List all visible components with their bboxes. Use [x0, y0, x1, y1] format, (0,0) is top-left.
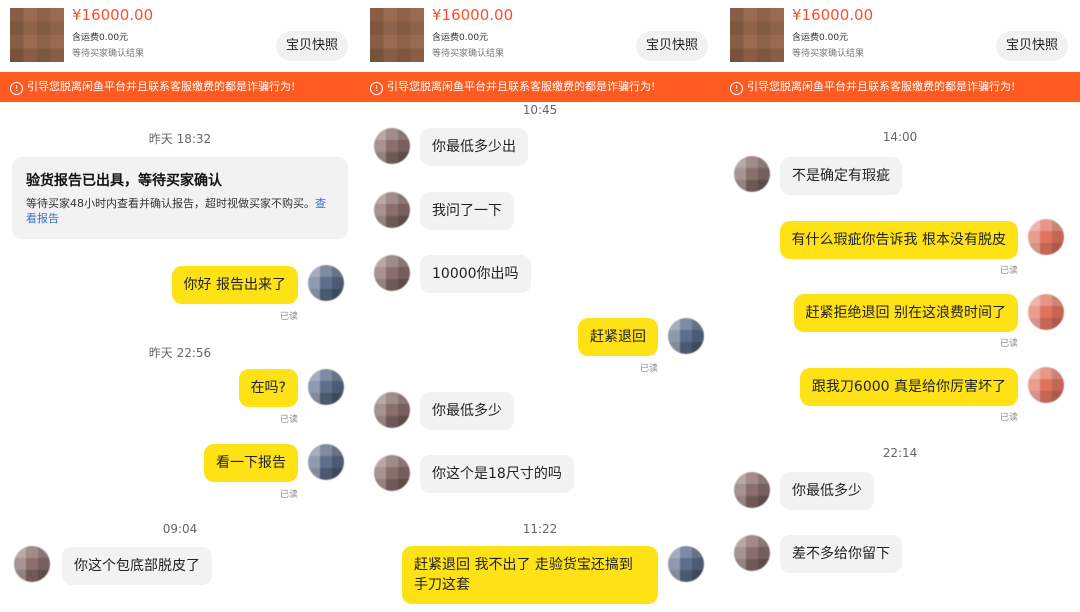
message-bubble[interactable]: 在吗?	[238, 369, 298, 407]
timestamp: 昨天 18:32	[148, 132, 212, 146]
read-receipt: 已读	[639, 364, 658, 374]
read-receipt: 已读	[999, 339, 1018, 349]
product-thumbnail[interactable]	[10, 8, 64, 62]
message-bubble[interactable]: 赶紧拒绝退回 别在这浪费时间了	[793, 294, 1018, 332]
buyer-avatar[interactable]	[734, 472, 770, 508]
report-card-text: 等待买家48小时内查看并确认报告，超时视做买家不购买。	[26, 197, 315, 210]
own-avatar[interactable]	[668, 318, 704, 354]
own-avatar[interactable]	[308, 265, 344, 301]
chat-panel-3: ¥16000.00 含运费0.00元 等待买家确认结果 宝贝快照 ! 引导您脱离闲…	[720, 0, 1080, 612]
read-receipt: 已读	[279, 415, 298, 425]
buyer-avatar[interactable]	[734, 156, 770, 192]
own-avatar[interactable]	[1028, 219, 1064, 255]
report-card-body: 等待买家48小时内查看并确认报告，超时视做买家不购买。查看报告	[26, 196, 334, 226]
info-circle-icon: !	[370, 82, 383, 95]
snapshot-button[interactable]: 宝贝快照	[276, 31, 348, 61]
timestamp: 10:45	[522, 103, 558, 117]
product-thumbnail[interactable]	[730, 8, 784, 62]
message-bubble[interactable]: 差不多给你留下	[780, 535, 902, 573]
buyer-avatar[interactable]	[374, 255, 410, 291]
message-bubble[interactable]: 你最低多少出	[420, 128, 528, 166]
product-price: ¥16000.00	[72, 6, 154, 24]
order-status: 等待买家确认结果	[432, 49, 505, 59]
own-avatar[interactable]	[1028, 294, 1064, 330]
info-circle-icon: !	[10, 82, 23, 95]
product-header: ¥16000.00 含运费0.00元 等待买家确认结果 宝贝快照	[360, 0, 720, 72]
message-bubble[interactable]: 你最低多少	[780, 472, 874, 510]
timestamp: 11:22	[522, 522, 558, 536]
message-bubble[interactable]: 你最低多少	[420, 392, 514, 430]
timestamp: 22:14	[882, 446, 918, 460]
order-status: 等待买家确认结果	[792, 49, 865, 59]
inspection-report-card: 验货报告已出具，等待买家确认 等待买家48小时内查看并确认报告，超时视做买家不购…	[12, 157, 348, 239]
product-header: ¥16000.00 含运费0.00元 等待买家确认结果 宝贝快照	[720, 0, 1080, 72]
warning-text: 引导您脱离闲鱼平台并且联系客服缴费的都是诈骗行为!	[27, 80, 296, 93]
message-bubble[interactable]: 不是确定有瑕疵	[780, 157, 902, 195]
product-thumbnail[interactable]	[370, 8, 424, 62]
buyer-avatar[interactable]	[734, 535, 770, 571]
buyer-avatar[interactable]	[374, 455, 410, 491]
read-receipt: 已读	[279, 312, 298, 322]
message-line: 赶紧退回 我不出了 走验货宝还搞到	[414, 557, 633, 573]
message-bubble[interactable]: 你好 报告出来了	[171, 266, 298, 304]
warning-text: 引导您脱离闲鱼平台并且联系客服缴费的都是诈骗行为!	[387, 80, 656, 93]
info-circle-icon: !	[730, 82, 743, 95]
own-avatar[interactable]	[308, 369, 344, 405]
own-avatar[interactable]	[308, 444, 344, 480]
chat-panel-2: ¥16000.00 含运费0.00元 等待买家确认结果 宝贝快照 ! 引导您脱离闲…	[360, 0, 720, 612]
timestamp: 昨天 22:56	[148, 346, 212, 360]
shipping-info: 含运费0.00元	[432, 33, 489, 43]
buyer-avatar[interactable]	[374, 392, 410, 428]
message-bubble[interactable]: 10000你出吗	[420, 255, 531, 293]
message-bubble[interactable]: 你这个包底部脱皮了	[62, 547, 212, 585]
timestamp: 09:04	[162, 522, 198, 536]
fraud-warning-banner: ! 引导您脱离闲鱼平台并且联系客服缴费的都是诈骗行为!	[0, 72, 360, 102]
message-bubble[interactable]: 我问了一下	[420, 192, 514, 230]
read-receipt: 已读	[999, 413, 1018, 423]
read-receipt: 已读	[999, 266, 1018, 276]
product-price: ¥16000.00	[432, 6, 514, 24]
snapshot-button[interactable]: 宝贝快照	[996, 31, 1068, 61]
report-card-title: 验货报告已出具，等待买家确认	[26, 173, 222, 189]
chat-panel-1: ¥16000.00 含运费0.00元 等待买家确认结果 宝贝快照 ! 引导您脱离闲…	[0, 0, 360, 612]
fraud-warning-banner: ! 引导您脱离闲鱼平台并且联系客服缴费的都是诈骗行为!	[720, 72, 1080, 102]
product-header: ¥16000.00 含运费0.00元 等待买家确认结果 宝贝快照	[0, 0, 360, 72]
shipping-info: 含运费0.00元	[72, 33, 129, 43]
own-avatar[interactable]	[668, 546, 704, 582]
message-bubble[interactable]: 赶紧退回	[578, 318, 658, 356]
message-bubble[interactable]: 赶紧退回 我不出了 走验货宝还搞到 手刀这套	[402, 546, 658, 604]
own-avatar[interactable]	[1028, 367, 1064, 403]
order-status: 等待买家确认结果	[72, 49, 145, 59]
snapshot-button[interactable]: 宝贝快照	[636, 31, 708, 61]
message-bubble[interactable]: 看一下报告	[204, 444, 298, 482]
message-line: 手刀这套	[414, 577, 470, 593]
buyer-avatar[interactable]	[374, 128, 410, 164]
fraud-warning-banner: ! 引导您脱离闲鱼平台并且联系客服缴费的都是诈骗行为!	[360, 72, 720, 102]
shipping-info: 含运费0.00元	[792, 33, 849, 43]
message-bubble[interactable]: 你这个是18尺寸的吗	[420, 455, 574, 493]
buyer-avatar[interactable]	[14, 546, 50, 582]
read-receipt: 已读	[279, 490, 298, 500]
message-bubble[interactable]: 有什么瑕疵你告诉我 根本没有脱皮	[779, 221, 1018, 259]
warning-text: 引导您脱离闲鱼平台并且联系客服缴费的都是诈骗行为!	[747, 80, 1016, 93]
product-price: ¥16000.00	[792, 6, 874, 24]
timestamp: 14:00	[882, 130, 918, 144]
buyer-avatar[interactable]	[374, 192, 410, 228]
message-bubble[interactable]: 跟我刀6000 真是给你厉害坏了	[799, 368, 1018, 406]
